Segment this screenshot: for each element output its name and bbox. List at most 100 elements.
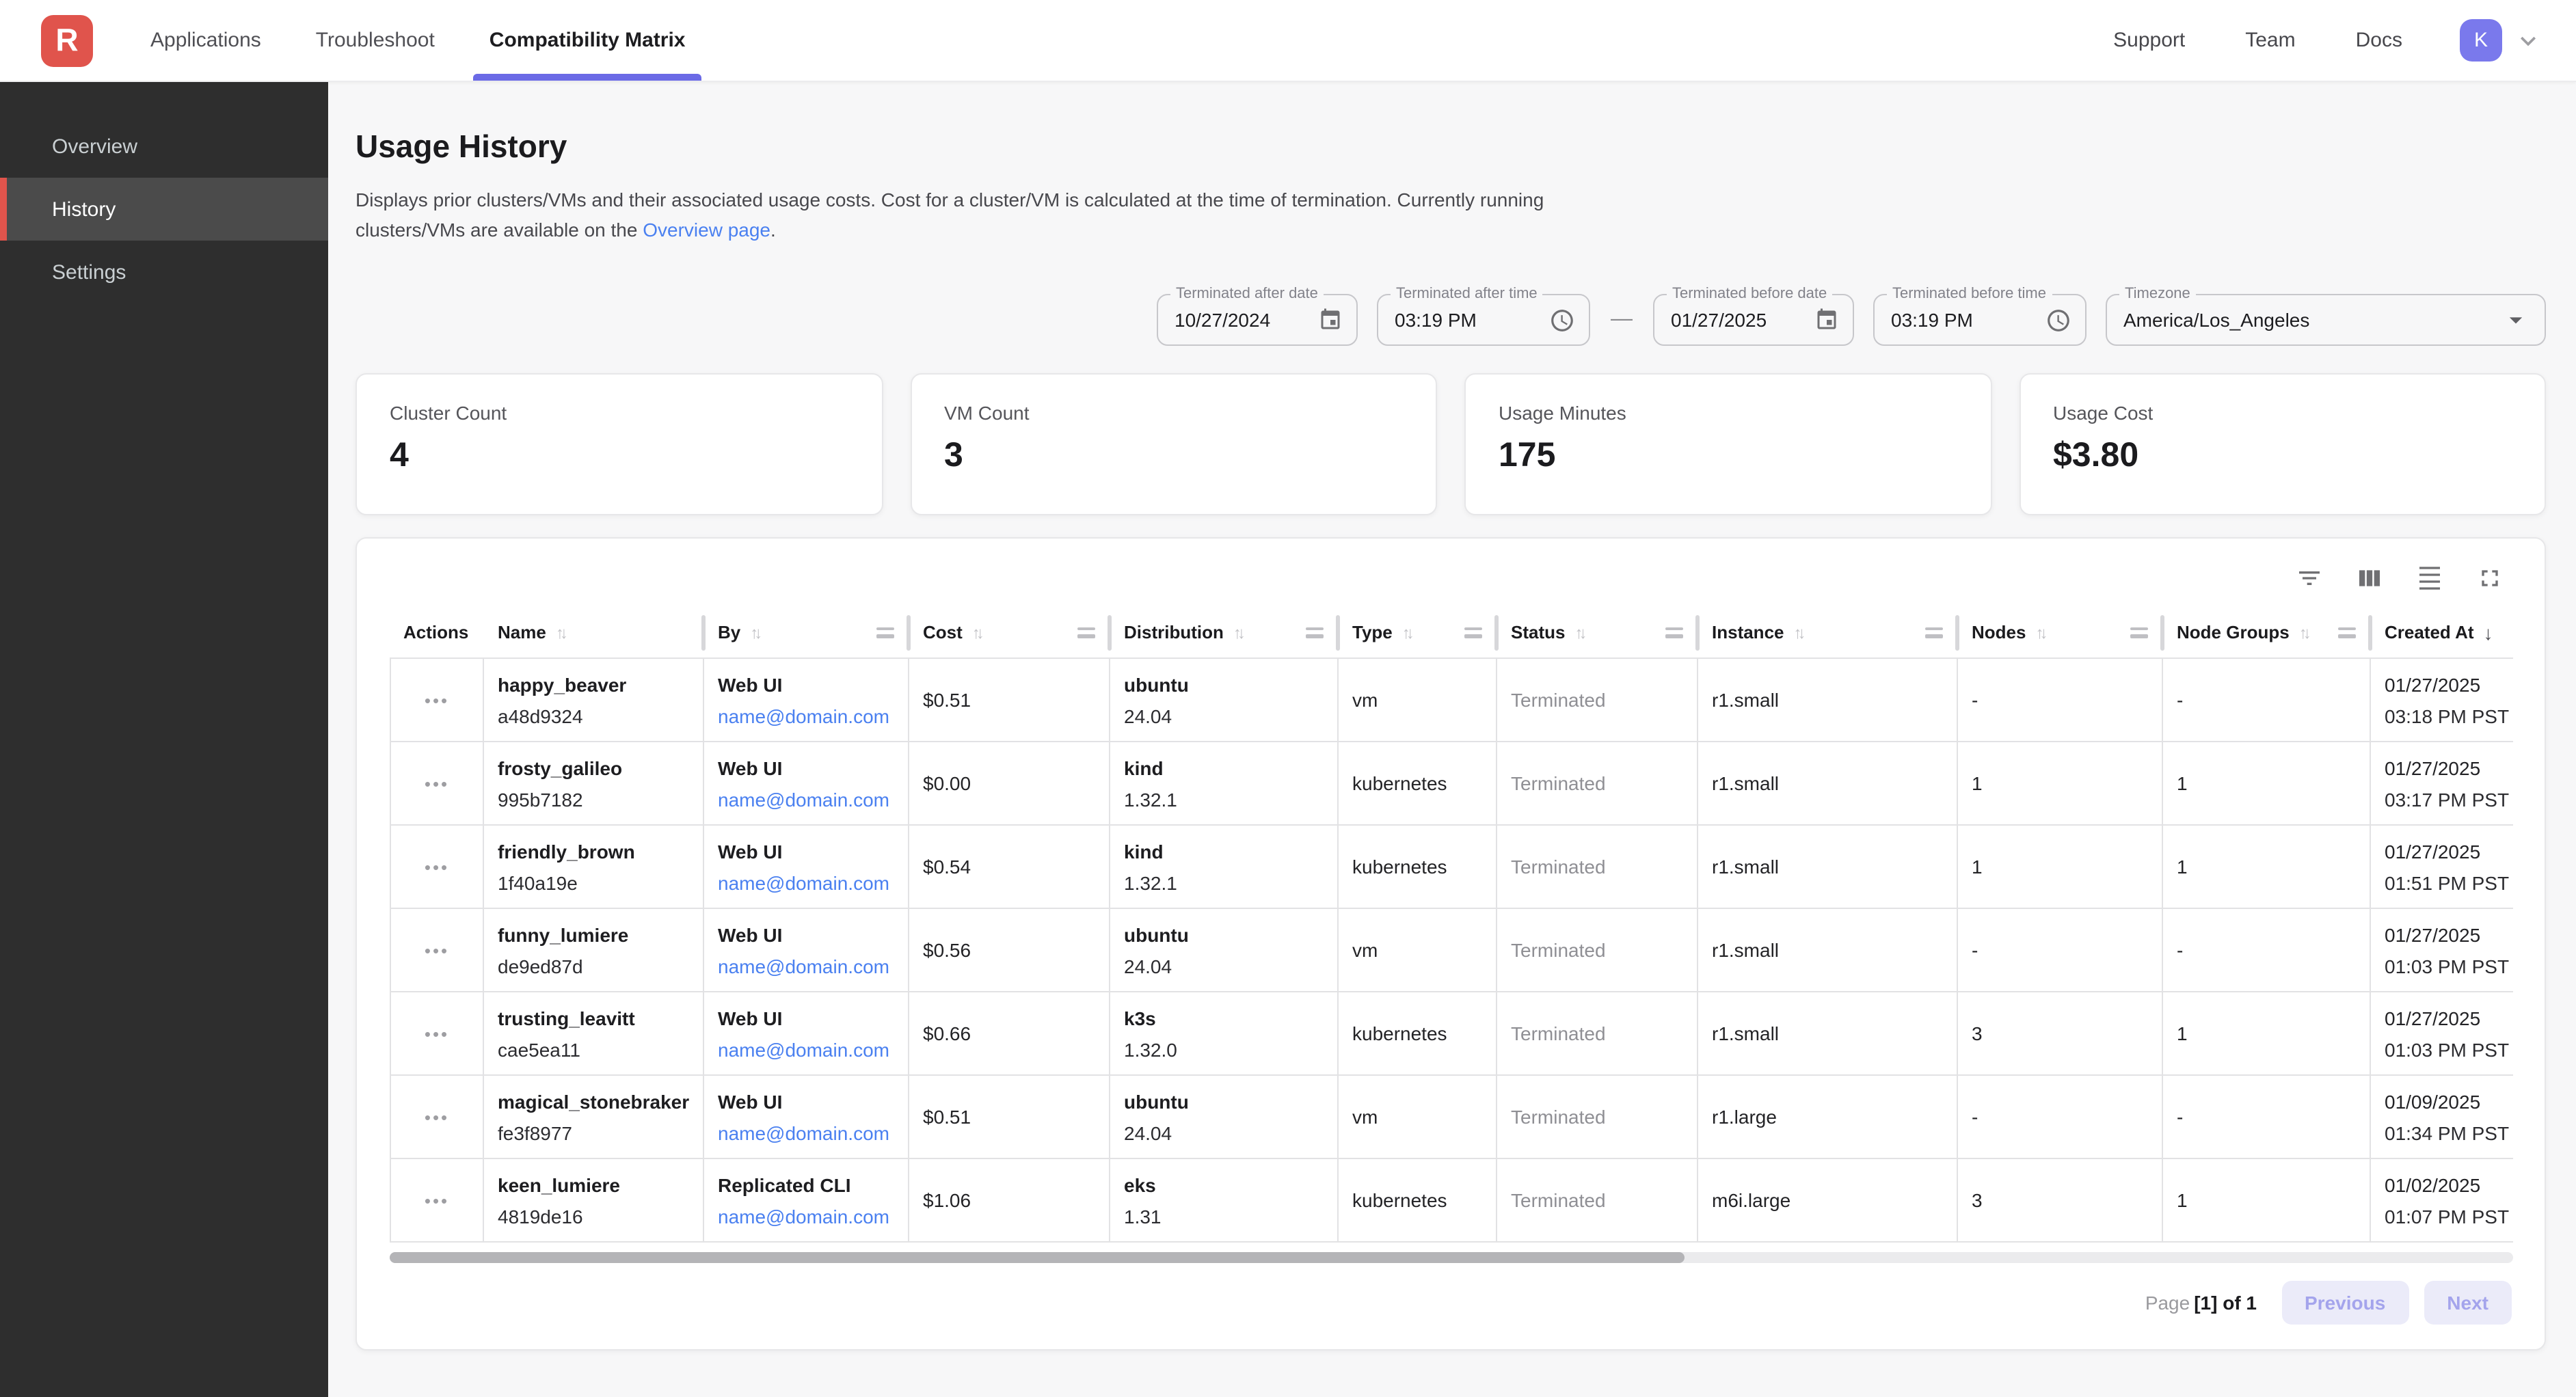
filter-button[interactable] [2293, 563, 2326, 596]
stat-label: Usage Cost [2053, 402, 2512, 424]
creator-email-link[interactable]: name@domain.com [718, 788, 894, 810]
column-resize-icon[interactable] [876, 627, 894, 638]
columns-button[interactable] [2353, 563, 2386, 596]
topbar-link-team[interactable]: Team [2245, 29, 2295, 52]
calendar-icon[interactable] [1318, 308, 1343, 332]
column-header-name[interactable]: Name↑↓ [484, 607, 704, 657]
cell-node_groups: - [2163, 909, 2371, 991]
creator-email-link[interactable]: name@domain.com [718, 705, 894, 727]
topbar-link-support[interactable]: Support [2113, 29, 2185, 52]
node-groups-value: - [2177, 689, 2356, 711]
cell-type: kubernetes [1339, 826, 1497, 908]
filter-value: America/Los_Angeles [2123, 309, 2309, 331]
cell-created_at: 01/27/202503:17 PM PST [2371, 742, 2513, 824]
column-resize-icon[interactable] [1464, 627, 1482, 638]
column-resize-icon[interactable] [1925, 627, 1943, 638]
cell-status: Terminated [1497, 992, 1698, 1074]
nodes-value: - [1972, 689, 2148, 711]
overview-page-link[interactable]: Overview page [643, 219, 770, 241]
sort-icon: ↑↓ [556, 623, 568, 642]
row-menu-button[interactable]: ••• [425, 690, 449, 710]
column-resize-icon[interactable] [1306, 627, 1324, 638]
column-header-distribution[interactable]: Distribution↑↓ [1110, 607, 1339, 657]
avatar[interactable]: K [2460, 19, 2502, 62]
caret-icon[interactable] [2501, 305, 2531, 335]
cell-type: kubernetes [1339, 1159, 1497, 1241]
cell-type: kubernetes [1339, 992, 1497, 1074]
range-separator: — [1609, 308, 1634, 332]
column-header-instance[interactable]: Instance↑↓ [1698, 607, 1958, 657]
column-resize-icon[interactable] [1077, 627, 1095, 638]
sidebar-item-settings[interactable]: Settings [0, 241, 328, 303]
column-resize-icon[interactable] [2130, 627, 2148, 638]
created-time: 03:17 PM PST [2385, 788, 2513, 810]
cell-actions: ••• [390, 909, 484, 991]
usage-table-card: ActionsName↑↓By↑↓Cost↑↓Distribution↑↓Typ… [355, 537, 2546, 1351]
cell-by: Replicated CLIname@domain.com [704, 1159, 909, 1241]
horizontal-scrollbar-thumb[interactable] [390, 1252, 1685, 1263]
column-header-by[interactable]: By↑↓ [704, 607, 909, 657]
distribution-version: 1.31 [1124, 1205, 1324, 1227]
sidebar-item-history[interactable]: History [0, 178, 328, 241]
fullscreen-button[interactable] [2473, 563, 2506, 596]
clock-icon[interactable] [2045, 307, 2071, 333]
app-logo: R [41, 14, 93, 66]
filter-terminated-after-time[interactable]: Terminated after time03:19 PM [1377, 294, 1590, 346]
row-menu-button[interactable]: ••• [425, 940, 449, 960]
topbar-links: Support Team Docs [2113, 29, 2402, 52]
creator-email-link[interactable]: name@domain.com [718, 871, 894, 893]
filter-value: 03:19 PM [1891, 309, 1973, 331]
horizontal-scrollbar[interactable] [390, 1252, 2513, 1263]
row-menu-button[interactable]: ••• [425, 1190, 449, 1210]
column-header-label: Node Groups [2177, 622, 2290, 642]
table-row: •••trusting_leavittcae5ea11Web UIname@do… [390, 992, 2513, 1076]
stat-value: 3 [944, 436, 1403, 476]
column-header-node-groups[interactable]: Node Groups↑↓ [2163, 607, 2371, 657]
filter-terminated-after-date[interactable]: Terminated after date10/27/2024 [1157, 294, 1358, 346]
next-button[interactable]: Next [2424, 1281, 2512, 1325]
row-menu-button[interactable]: ••• [425, 1023, 449, 1044]
sort-icon: ↑↓ [1794, 623, 1806, 642]
distribution-name: kind [1124, 757, 1324, 778]
creator-email-link[interactable]: name@domain.com [718, 1205, 894, 1227]
filter-label: Terminated after time [1391, 286, 1543, 302]
column-header-nodes[interactable]: Nodes↑↓ [1958, 607, 2163, 657]
filter-terminated-before-time[interactable]: Terminated before time03:19 PM [1873, 294, 2087, 346]
sidebar-item-overview[interactable]: Overview [0, 115, 328, 178]
filter-terminated-before-date[interactable]: Terminated before date01/27/2025 [1653, 294, 1854, 346]
row-menu-button[interactable]: ••• [425, 856, 449, 877]
clock-icon[interactable] [1549, 307, 1575, 333]
creator-email-link[interactable]: name@domain.com [718, 1122, 894, 1143]
creator-email-link[interactable]: name@domain.com [718, 955, 894, 977]
column-resize-icon[interactable] [2338, 627, 2356, 638]
sort-icon: ↑↓ [1402, 623, 1414, 642]
calendar-icon[interactable] [1814, 308, 1839, 332]
stat-value: 4 [390, 436, 848, 476]
filter-timezone[interactable]: TimezoneAmerica/Los_Angeles [2106, 294, 2546, 346]
column-resize-icon[interactable] [1665, 627, 1683, 638]
cell-actions: ••• [390, 826, 484, 908]
density-button[interactable] [2413, 563, 2446, 596]
account-menu[interactable]: K [2460, 19, 2543, 62]
previous-button[interactable]: Previous [2281, 1281, 2409, 1325]
table-header-row: ActionsName↑↓By↑↓Cost↑↓Distribution↑↓Typ… [390, 607, 2513, 659]
tab-compatibility-matrix[interactable]: Compatibility Matrix [473, 0, 702, 81]
topbar-link-docs[interactable]: Docs [2356, 29, 2402, 52]
column-header-type[interactable]: Type↑↓ [1339, 607, 1497, 657]
column-header-cost[interactable]: Cost↑↓ [909, 607, 1110, 657]
cell-node_groups: 1 [2163, 826, 2371, 908]
cost-value: $0.51 [923, 1106, 1095, 1128]
column-header-created-at[interactable]: Created At↓ [2371, 607, 2513, 657]
chevron-down-icon[interactable] [2513, 25, 2543, 55]
tab-applications[interactable]: Applications [134, 0, 278, 81]
tab-troubleshoot[interactable]: Troubleshoot [299, 0, 451, 81]
nodes-value: 3 [1972, 1022, 2148, 1044]
creator-email-link[interactable]: name@domain.com [718, 1038, 894, 1060]
column-header-status[interactable]: Status↑↓ [1497, 607, 1698, 657]
row-menu-button[interactable]: ••• [425, 773, 449, 794]
cell-instance: r1.small [1698, 659, 1958, 741]
cell-cost: $0.56 [909, 909, 1110, 991]
row-menu-button[interactable]: ••• [425, 1107, 449, 1127]
node-groups-value: - [2177, 939, 2356, 961]
status-badge: Terminated [1511, 1189, 1683, 1211]
